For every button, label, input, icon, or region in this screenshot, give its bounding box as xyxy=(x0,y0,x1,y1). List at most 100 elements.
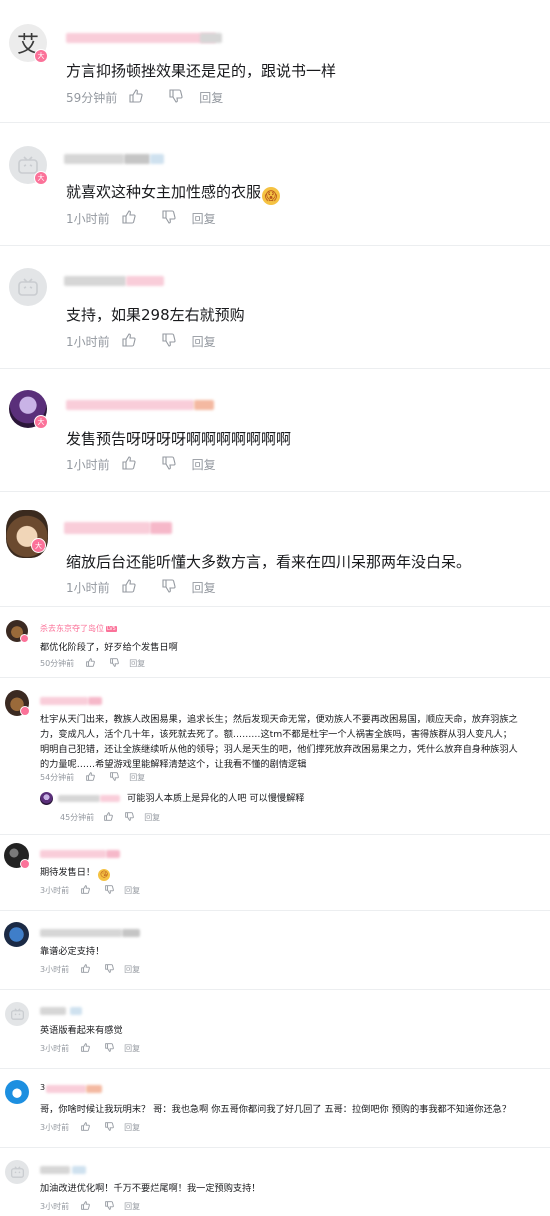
username-redacted-tail xyxy=(200,33,222,43)
comment-time: 1小时前 xyxy=(66,212,110,226)
comment-time: 45分钟前 xyxy=(60,813,95,822)
thumbs-down-icon[interactable] xyxy=(162,579,176,596)
reply-button[interactable]: 回复 xyxy=(124,885,140,896)
comment-meta: 50分钟前 回复 xyxy=(40,658,145,669)
thumbs-up-icon[interactable] xyxy=(122,456,136,473)
comment-meta: 3小时前 回复 xyxy=(40,1043,140,1054)
thumbs-down-icon[interactable] xyxy=(105,885,114,896)
comment-time: 3小时前 xyxy=(40,965,70,974)
username-redacted-tail xyxy=(88,697,102,705)
avatar[interactable] xyxy=(5,1002,29,1026)
comment-text: 哥，你啥时候让我玩明末？ 哥：我也急啊 你五哥你都问我了好几回了 五哥：拉倒吧你… xyxy=(40,1104,512,1115)
divider xyxy=(0,491,550,492)
reply-button[interactable]: 回复 xyxy=(124,1122,140,1133)
thumbs-down-icon[interactable] xyxy=(169,89,183,106)
reply-button[interactable]: 回复 xyxy=(129,658,145,669)
username-redacted[interactable] xyxy=(64,522,150,534)
thumbs-up-icon[interactable] xyxy=(81,964,90,975)
username-redacted-tail xyxy=(86,1085,102,1093)
comment-time: 1小时前 xyxy=(66,335,110,349)
username-redacted[interactable] xyxy=(40,697,88,705)
avatar[interactable] xyxy=(5,1080,29,1104)
comment-time: 3小时前 xyxy=(40,1202,70,1211)
comment-time: 50分钟前 xyxy=(40,659,75,668)
divider xyxy=(0,910,550,911)
level-badge: LV5 xyxy=(106,625,117,632)
comment-time: 3小时前 xyxy=(40,1123,70,1132)
username-text: 杀去东京夺了岛位 xyxy=(40,624,104,633)
thumbs-down-icon[interactable] xyxy=(125,812,135,823)
reply-button[interactable]: 回复 xyxy=(124,1043,140,1054)
reply-button[interactable]: 回复 xyxy=(199,89,223,106)
avatar[interactable] xyxy=(9,268,47,306)
comment-meta: 1小时前 回复 xyxy=(66,210,216,227)
comment-time: 3小时前 xyxy=(40,1044,70,1053)
reply-button[interactable]: 回复 xyxy=(192,456,216,473)
comment-text: 缩放后台还能听懂大多数方言，看来在四川呆那两年没白呆。 xyxy=(66,553,472,571)
reply-button[interactable]: 回复 xyxy=(129,772,145,783)
username-redacted[interactable] xyxy=(64,276,126,286)
thumbs-down-icon[interactable] xyxy=(162,333,176,350)
thumbs-up-icon[interactable] xyxy=(122,579,136,596)
comment-meta: 3小时前 回复 xyxy=(40,885,140,896)
comment-time: 1小时前 xyxy=(66,458,110,472)
bilibili-tv-icon xyxy=(10,1166,24,1178)
thumbs-up-icon[interactable] xyxy=(81,1043,90,1054)
username-redacted[interactable] xyxy=(40,850,106,858)
sub-reply-text: 可能羽人本质上是异化的人吧 可以慢慢解释 xyxy=(127,793,305,804)
divider xyxy=(0,368,550,369)
thumbs-up-icon[interactable] xyxy=(122,210,136,227)
username[interactable]: 杀去东京夺了岛位 LV5 xyxy=(40,623,117,634)
username-redacted[interactable] xyxy=(40,929,122,937)
comment-text: 就喜欢这种女主加性感的衣服 😱 xyxy=(66,181,281,205)
thumbs-down-icon[interactable] xyxy=(105,964,114,975)
thumbs-down-icon[interactable] xyxy=(105,1043,114,1054)
comment-time: 3小时前 xyxy=(40,886,70,895)
username-redacted-tail xyxy=(194,400,214,410)
thumbs-up-icon[interactable] xyxy=(81,1122,90,1133)
comment-meta: 3小时前 回复 xyxy=(40,1122,140,1133)
thumbs-down-icon[interactable] xyxy=(162,456,176,473)
username-redacted-tail xyxy=(126,276,164,286)
username-redacted[interactable] xyxy=(46,1085,86,1093)
thumbs-up-icon[interactable] xyxy=(86,772,96,783)
thumbs-up-icon[interactable] xyxy=(129,89,143,106)
badge-icon: 大 xyxy=(34,415,48,429)
badge-icon xyxy=(20,634,29,643)
reply-button[interactable]: 回复 xyxy=(192,210,216,227)
thumbs-down-icon[interactable] xyxy=(105,1201,114,1212)
reply-button[interactable]: 回复 xyxy=(192,579,216,596)
username-redacted[interactable] xyxy=(40,1166,70,1174)
thumbs-down-icon[interactable] xyxy=(105,1122,114,1133)
thumbs-up-icon[interactable] xyxy=(104,812,114,823)
thumbs-up-icon[interactable] xyxy=(81,1201,90,1212)
thumbs-down-icon[interactable] xyxy=(110,658,120,669)
comment-text: 杜宇从天门出来，教族人改困易果，追求长生；然后发现天命无常，便劝族人不要再改困易… xyxy=(40,714,518,770)
thumbs-down-icon[interactable] xyxy=(162,210,176,227)
smile-emoji-icon: 😘 xyxy=(98,869,111,881)
username-redacted[interactable] xyxy=(40,1007,66,1015)
username-redacted[interactable] xyxy=(58,795,100,802)
comment-time: 54分钟前 xyxy=(40,773,75,782)
reply-button[interactable]: 回复 xyxy=(144,812,160,823)
avatar[interactable] xyxy=(40,792,53,805)
username-redacted[interactable] xyxy=(66,33,216,43)
username-redacted-tail xyxy=(124,154,150,164)
username-redacted[interactable] xyxy=(66,400,194,410)
comment-meta: 1小时前 回复 xyxy=(66,579,216,596)
username-redacted[interactable] xyxy=(64,154,124,164)
comment-meta: 59分钟前 回复 xyxy=(66,89,223,106)
username-redacted-tail xyxy=(122,929,140,937)
reply-button[interactable]: 回复 xyxy=(192,333,216,350)
thumbs-down-icon[interactable] xyxy=(110,772,120,783)
thumbs-up-icon[interactable] xyxy=(122,333,136,350)
divider xyxy=(0,1068,550,1069)
thumbs-up-icon[interactable] xyxy=(86,658,96,669)
divider xyxy=(0,606,550,607)
avatar[interactable] xyxy=(4,922,29,947)
avatar[interactable] xyxy=(5,1160,29,1184)
reply-button[interactable]: 回复 xyxy=(124,1201,140,1212)
comment-text: 加油改进优化啊！千万不要烂尾啊！我一定预购支持！ xyxy=(40,1183,261,1194)
reply-button[interactable]: 回复 xyxy=(124,964,140,975)
thumbs-up-icon[interactable] xyxy=(81,885,90,896)
